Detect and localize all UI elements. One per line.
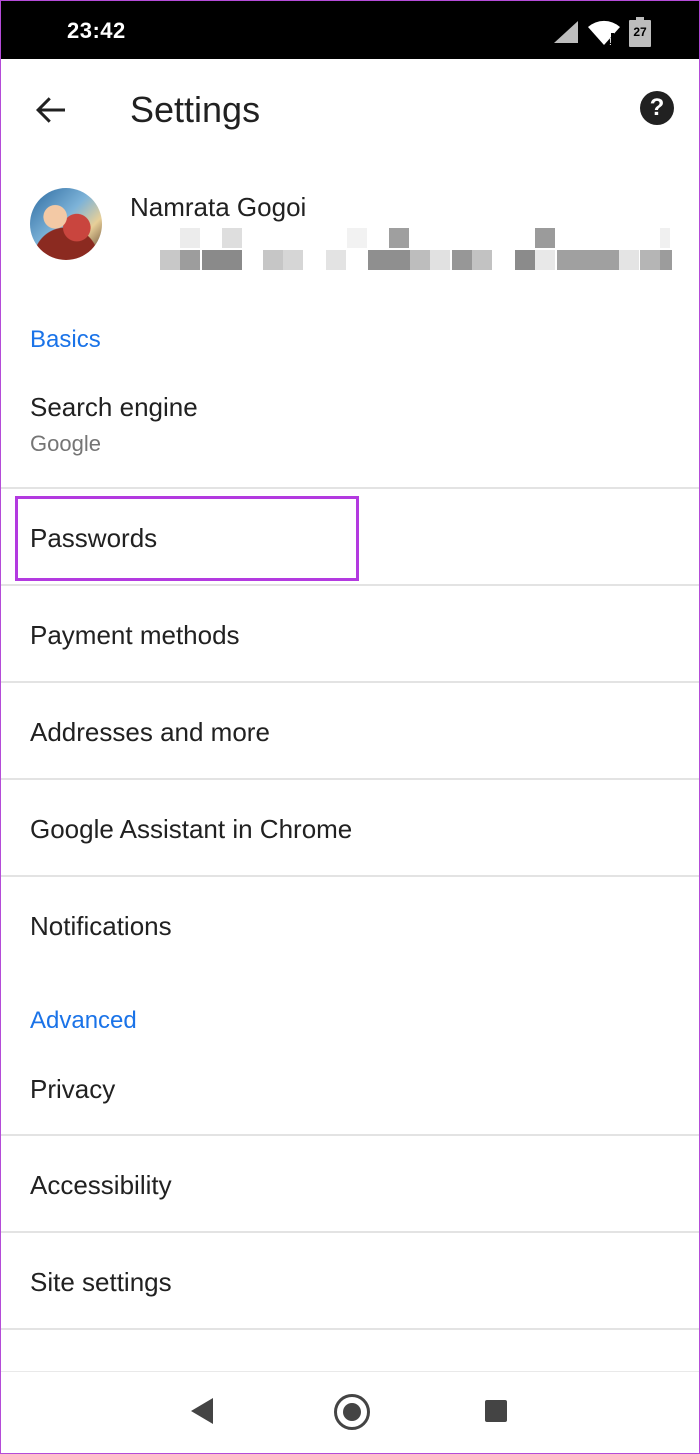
help-icon[interactable]: ? — [640, 91, 674, 125]
battery-level: 27 — [633, 25, 647, 39]
settings-item-label: Google Assistant in Chrome — [30, 814, 353, 844]
settings-item-label: Privacy — [30, 1074, 116, 1104]
nav-back-icon[interactable] — [191, 1398, 213, 1424]
settings-item-label: Accessibility — [30, 1170, 172, 1200]
app-toolbar: Settings ? — [1, 59, 699, 159]
settings-item-addresses[interactable]: Addresses and more — [1, 683, 699, 778]
svg-text:!: ! — [609, 37, 612, 45]
settings-item-accessibility[interactable]: Accessibility — [1, 1136, 699, 1231]
settings-item-label: Search engine — [30, 392, 198, 422]
page-title: Settings — [130, 89, 261, 130]
battery-icon: 27 — [629, 17, 651, 47]
section-header-advanced: Advanced — [30, 1007, 137, 1034]
settings-item-google-assistant[interactable]: Google Assistant in Chrome — [1, 780, 699, 875]
settings-item-label: Passwords — [30, 523, 158, 553]
settings-item-notifications[interactable]: Notifications — [1, 877, 699, 972]
system-navigation-bar — [1, 1371, 699, 1454]
account-row[interactable]: Namrata Gogoi — [1, 180, 699, 280]
account-name: Namrata Gogoi — [130, 192, 307, 222]
settings-item-search-engine[interactable]: Search engine Google — [1, 372, 699, 486]
settings-item-label: Notifications — [30, 911, 172, 941]
wifi-icon: ! — [588, 20, 620, 45]
settings-item-value: Google — [30, 431, 101, 456]
avatar — [30, 188, 102, 260]
arrow-back-icon[interactable] — [33, 92, 69, 128]
settings-item-label: Addresses and more — [30, 717, 270, 747]
settings-item-passwords[interactable]: Passwords — [1, 489, 699, 584]
divider — [1, 1328, 699, 1330]
settings-item-privacy[interactable]: Privacy — [1, 1040, 699, 1134]
status-bar: 23:42 ! 27 — [1, 1, 699, 59]
signal-icon — [554, 21, 578, 43]
account-email-pixelated — [130, 228, 675, 272]
nav-home-icon[interactable] — [334, 1394, 370, 1430]
settings-item-payment-methods[interactable]: Payment methods — [1, 586, 699, 681]
nav-recents-icon[interactable] — [485, 1400, 507, 1422]
settings-item-label: Payment methods — [30, 620, 240, 650]
status-time: 23:42 — [67, 18, 126, 43]
section-header-basics: Basics — [30, 326, 101, 353]
settings-item-label: Site settings — [30, 1267, 172, 1297]
settings-item-site-settings[interactable]: Site settings — [1, 1233, 699, 1328]
